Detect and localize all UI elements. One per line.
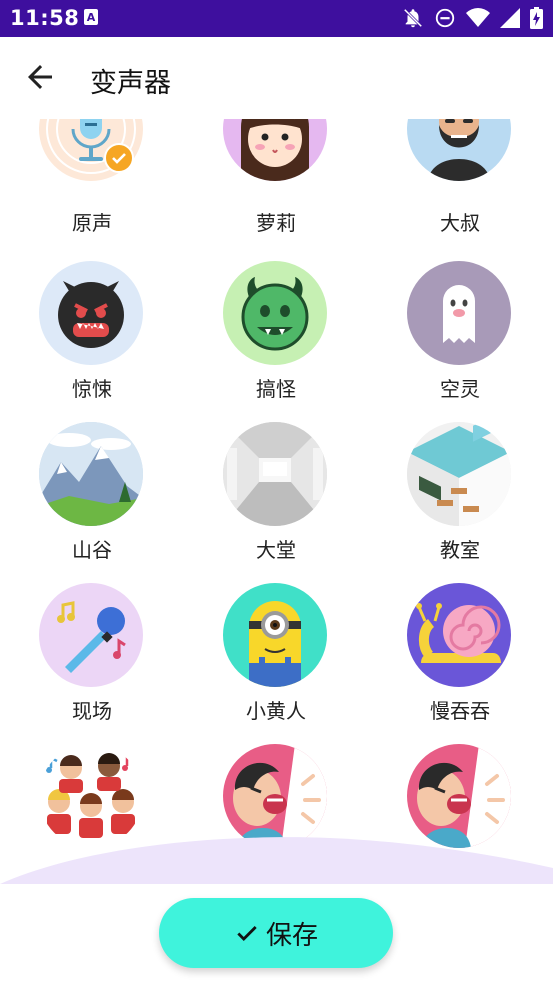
selected-check-icon: [104, 143, 134, 173]
snail-icon: [407, 583, 511, 687]
voice-label: 大堂: [256, 538, 296, 562]
decorative-wave: [0, 837, 553, 884]
voice-item-live[interactable]: 现场: [0, 583, 184, 744]
do-not-disturb-icon: [435, 8, 455, 28]
voice-item-minion[interactable]: 小黄人: [184, 583, 368, 744]
hall-icon: [223, 422, 327, 526]
svg-text:A: A: [87, 11, 96, 24]
battery-icon: [530, 7, 543, 29]
minion-icon: [223, 583, 327, 687]
voice-label: 萝莉: [256, 211, 296, 235]
voice-label: 搞怪: [256, 377, 296, 401]
voice-item-ethereal[interactable]: 空灵: [368, 261, 552, 422]
back-arrow-icon[interactable]: [22, 59, 58, 95]
ghost-icon: [407, 261, 511, 365]
voice-item-hall[interactable]: 大堂: [184, 422, 368, 583]
voice-label: 慢吞吞: [430, 699, 490, 723]
girl-face-icon: [223, 119, 327, 181]
bottom-bar: 保存: [0, 884, 553, 984]
voice-label: 原声: [72, 211, 112, 235]
voice-label: 大叔: [440, 211, 480, 235]
voice-label: 山谷: [72, 538, 112, 562]
status-bar: 11:58 A: [0, 0, 553, 37]
signal-icon: [500, 8, 520, 28]
voice-item-loli[interactable]: 萝莉: [184, 119, 368, 238]
voice-effect-grid: 原声 萝莉 大叔 惊悚 搞怪 空灵 山谷 大堂 教室 现场 小黄人 慢吞吞: [0, 119, 553, 884]
voice-label: 教室: [440, 538, 480, 562]
voice-item-original[interactable]: 原声: [0, 119, 184, 238]
wifi-icon: [466, 8, 490, 27]
voice-label: 小黄人: [246, 699, 306, 723]
voice-item-funny[interactable]: 搞怪: [184, 261, 368, 422]
bearded-man-icon: [407, 119, 511, 181]
mountain-valley-icon: [39, 422, 143, 526]
voice-item-classroom[interactable]: 教室: [368, 422, 552, 583]
green-devil-icon: [223, 261, 327, 365]
page-title: 变声器: [90, 68, 171, 99]
classroom-icon: [407, 422, 511, 526]
voice-item-slow[interactable]: 慢吞吞: [368, 583, 552, 744]
save-button[interactable]: 保存: [159, 898, 393, 968]
notification-icon: A: [84, 9, 98, 25]
save-button-label: 保存: [265, 920, 318, 951]
voice-label: 现场: [72, 699, 112, 723]
voice-label: 惊悚: [72, 377, 112, 401]
live-microphone-icon: [39, 583, 143, 687]
voice-label: 空灵: [440, 377, 480, 401]
status-time: 11:58: [10, 6, 80, 30]
voice-item-valley[interactable]: 山谷: [0, 422, 184, 583]
monster-face-icon: [39, 261, 143, 365]
voice-item-thriller[interactable]: 惊悚: [0, 261, 184, 422]
notifications-off-icon: [403, 8, 423, 28]
voice-item-uncle[interactable]: 大叔: [368, 119, 552, 238]
app-bar: 变声器: [0, 37, 553, 119]
checkmark-icon: [237, 926, 257, 941]
